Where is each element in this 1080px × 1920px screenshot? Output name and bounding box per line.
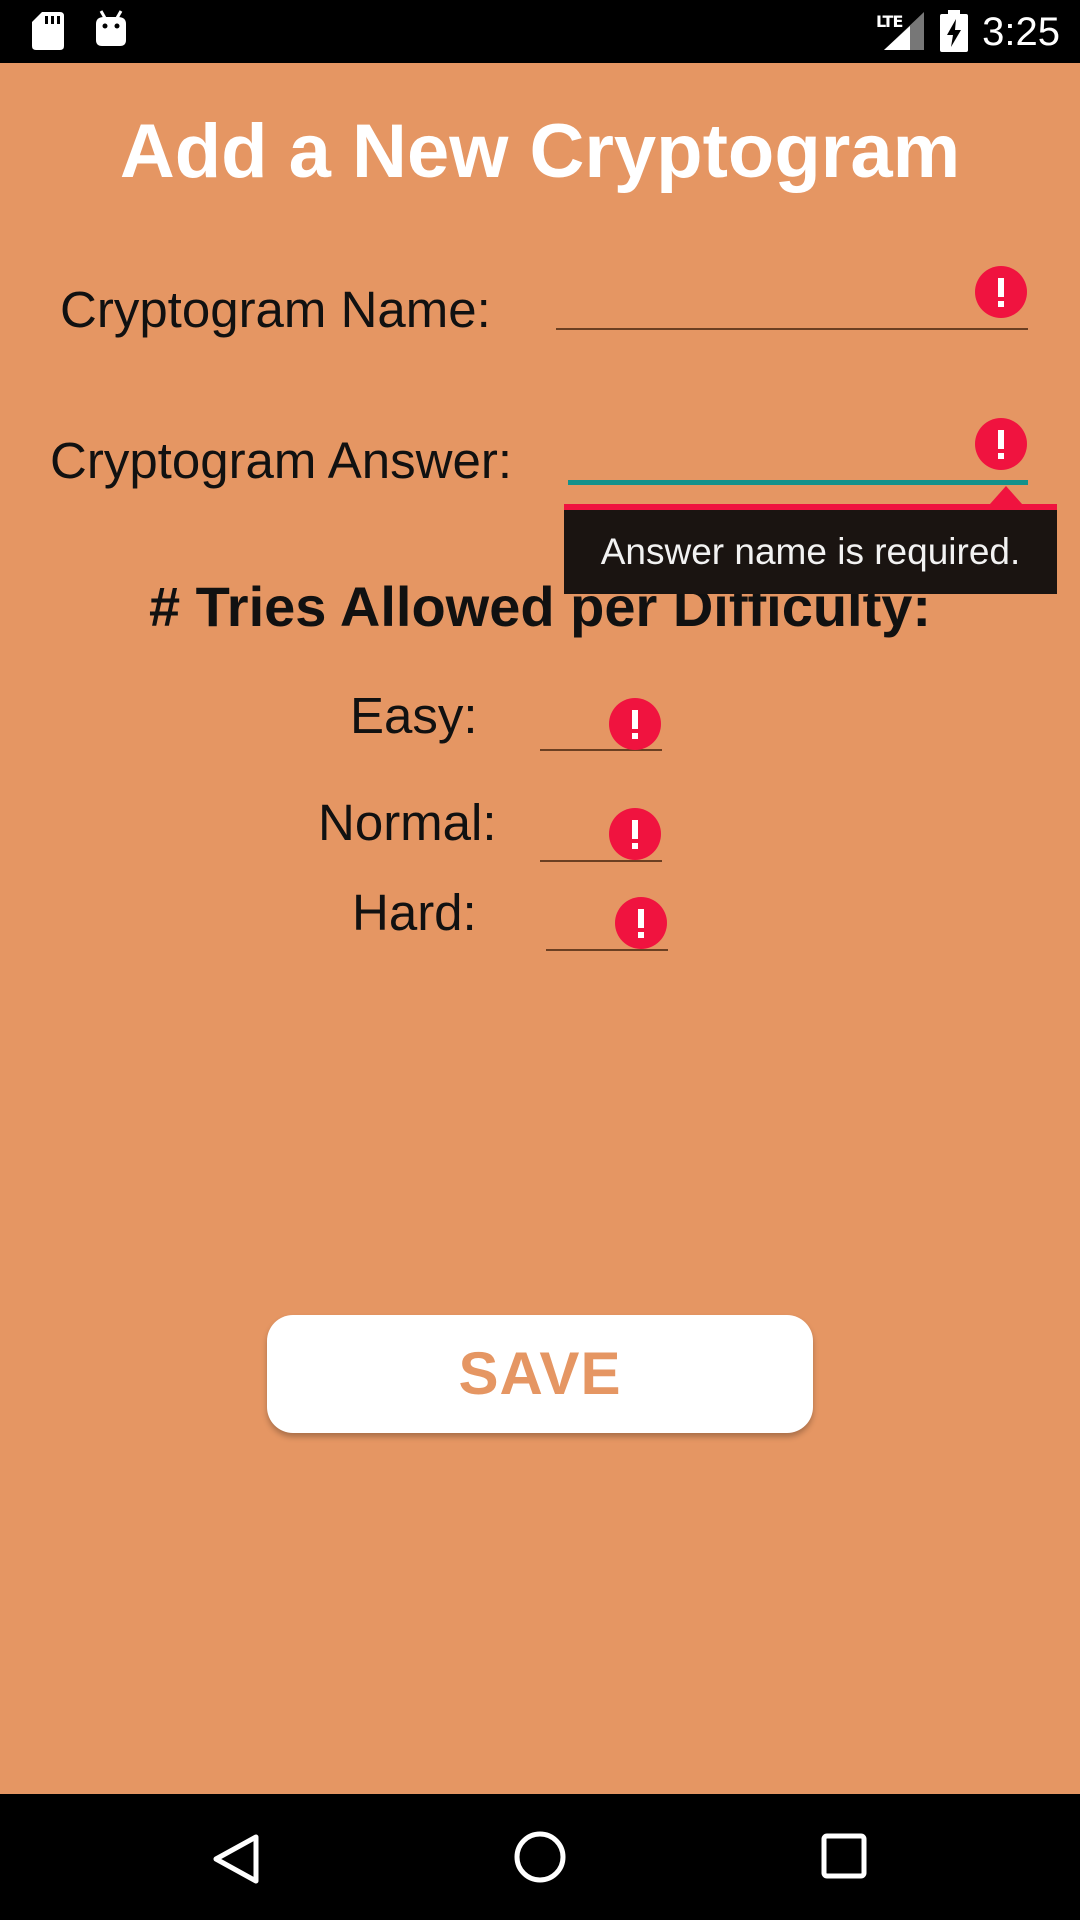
easy-error-icon[interactable] (609, 698, 661, 750)
normal-label: Normal: (318, 794, 497, 851)
android-debug-icon (96, 10, 126, 46)
cryptogram-answer-label: Cryptogram Answer: (50, 432, 512, 489)
signal-icon (884, 12, 924, 50)
cryptogram-name-input[interactable] (556, 262, 1028, 328)
cryptogram-name-underline (556, 328, 1028, 330)
battery-charging-icon (940, 10, 968, 52)
answer-error-tooltip: Answer name is required. (564, 504, 1057, 594)
name-error-icon[interactable] (975, 266, 1027, 318)
answer-error-icon[interactable] (975, 418, 1027, 470)
hard-label: Hard: (352, 884, 477, 941)
easy-label: Easy: (350, 687, 478, 744)
back-icon[interactable] (212, 1833, 260, 1885)
cryptogram-answer-input[interactable] (568, 414, 1028, 480)
recents-icon[interactable] (821, 1833, 867, 1879)
home-icon[interactable] (514, 1831, 566, 1883)
normal-tries-underline (540, 860, 662, 862)
cryptogram-answer-underline (568, 480, 1028, 485)
page-title: Add a New Cryptogram (119, 109, 961, 194)
status-bar: LTE 3:25 (0, 0, 1080, 63)
hard-error-icon[interactable] (615, 897, 667, 949)
navigation-bar (0, 1794, 1080, 1920)
normal-error-icon[interactable] (609, 808, 661, 860)
error-tooltip-arrow (990, 486, 1022, 504)
save-button[interactable]: SAVE (267, 1315, 813, 1433)
cryptogram-name-label: Cryptogram Name: (60, 281, 491, 338)
sd-card-icon (32, 12, 64, 50)
hard-tries-underline (546, 949, 668, 951)
status-time: 3:25 (982, 10, 1060, 54)
